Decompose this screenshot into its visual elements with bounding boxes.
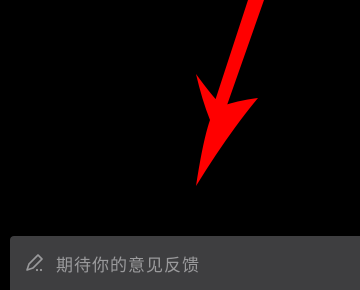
video-screen: 期待你的意见反馈	[0, 0, 360, 290]
pencil-icon	[22, 250, 48, 276]
arrow-head	[196, 74, 258, 186]
feedback-input[interactable]: 期待你的意见反馈	[10, 236, 360, 290]
feedback-placeholder: 期待你的意见反馈	[56, 255, 200, 276]
arrow-shaft	[214, 0, 264, 108]
